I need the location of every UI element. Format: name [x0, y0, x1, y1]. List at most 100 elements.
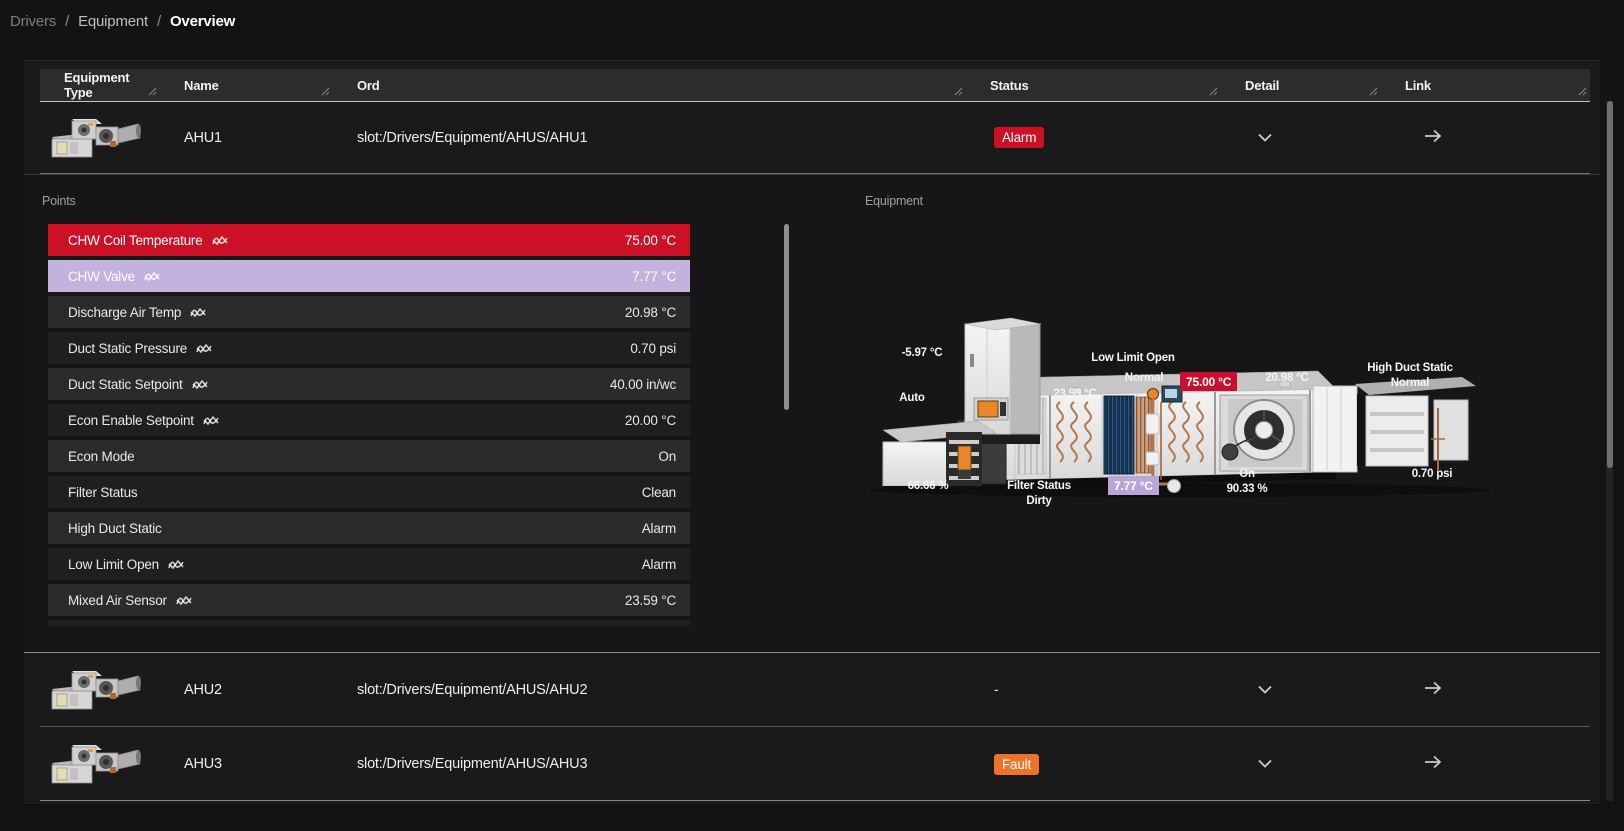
open-link-button[interactable] [1423, 680, 1443, 696]
points-scrollbar-thumb[interactable] [784, 224, 789, 410]
equipment-type-cell [40, 115, 160, 161]
equipment-type-cell [40, 667, 160, 713]
point-value: On [658, 449, 676, 464]
status-badge: Fault [994, 754, 1039, 775]
trend-chart-icon[interactable] [192, 378, 208, 390]
filter-status-title: Filter Status [979, 479, 1099, 494]
equipment-name: AHU1 [160, 130, 333, 146]
column-header-link[interactable]: Link [1381, 69, 1590, 101]
status-badge: - [994, 679, 998, 700]
point-label: Duct Static Setpoint [68, 377, 183, 392]
high-duct-static-label: High Duct Static Normal [1350, 361, 1470, 391]
column-header-ord[interactable]: Ord [333, 69, 966, 101]
column-resize-handle-icon[interactable] [1369, 84, 1378, 99]
points-row-econ-enable-setpoint[interactable]: Econ Enable Setpoint 20.00 °C [48, 404, 690, 436]
duct-pressure-label: 0.70 psi [1392, 467, 1472, 482]
column-header-status[interactable]: Status [966, 69, 1221, 101]
trend-chart-icon[interactable] [212, 234, 228, 246]
open-link-button[interactable] [1423, 128, 1443, 144]
trend-chart-icon[interactable] [203, 414, 219, 426]
points-row-low-limit-open[interactable]: Low Limit Open Alarm [48, 548, 690, 580]
point-value: 23.59 °C [625, 593, 676, 608]
page-scrollbar[interactable] [1606, 101, 1613, 801]
breadcrumb: Drivers / Equipment / Overview [10, 13, 235, 30]
table-header-row: Equipment Type Name Ord Status Detail Li… [40, 69, 1590, 102]
point-label: CHW Coil Temperature [68, 233, 203, 248]
points-scrollbar[interactable] [784, 224, 790, 614]
column-header-detail[interactable]: Detail [1221, 69, 1381, 101]
point-label: High Duct Static [68, 521, 162, 536]
trend-chart-icon[interactable] [196, 342, 212, 354]
detail-cell [1221, 682, 1381, 698]
arrow-right-icon [1423, 680, 1443, 696]
column-header-equipment-type[interactable]: Equipment Type [40, 69, 160, 101]
column-resize-handle-icon[interactable] [148, 84, 157, 99]
point-label: CHW Valve [68, 269, 135, 284]
ahu-thumbnail-icon [48, 115, 144, 161]
page-scrollbar-thumb[interactable] [1607, 101, 1613, 468]
equipment-table: Equipment Type Name Ord Status Detail Li… [24, 60, 1600, 804]
detail-cell [1221, 130, 1381, 146]
equipment-ord: slot:/Drivers/Equipment/AHUS/AHU2 [333, 682, 966, 698]
column-header-label: Ord [357, 78, 380, 93]
column-resize-handle-icon[interactable] [321, 84, 330, 99]
detail-expand-button[interactable] [1257, 685, 1273, 694]
table-row-ahu2[interactable]: AHU2 slot:/Drivers/Equipment/AHUS/AHU2 - [40, 653, 1590, 727]
points-row-high-duct-static[interactable]: High Duct Static Alarm [48, 512, 690, 544]
chw-valve-badge: 7.77 °C [1108, 476, 1159, 495]
discharge-temp-label: 20.98 °C [1247, 371, 1327, 386]
trend-chart-icon[interactable] [144, 270, 160, 282]
open-link-button[interactable] [1423, 754, 1443, 770]
detail-expand-button[interactable] [1257, 133, 1273, 142]
point-label: Econ Mode [68, 449, 135, 464]
points-row-discharge-air-temp[interactable]: Discharge Air Temp 20.98 °C [48, 296, 690, 328]
ahu-diagram: -5.97 °C Auto 66.66 % Filter Status Dirt… [810, 302, 1580, 652]
status-badge: Alarm [994, 127, 1044, 148]
detail-cell [1221, 756, 1381, 772]
point-label: Filter Status [68, 485, 137, 500]
breadcrumb-separator: / [65, 13, 69, 30]
column-resize-handle-icon[interactable] [954, 84, 963, 99]
link-cell [1381, 680, 1590, 700]
point-label: Discharge Air Temp [68, 305, 181, 320]
chevron-down-icon [1257, 133, 1273, 142]
breadcrumb-item-overview[interactable]: Overview [170, 13, 235, 30]
point-value: Alarm [642, 557, 676, 572]
chevron-down-icon [1257, 685, 1273, 694]
point-label: Econ Enable Setpoint [68, 413, 194, 428]
breadcrumb-item-drivers[interactable]: Drivers [10, 13, 56, 30]
breadcrumb-item-equipment[interactable]: Equipment [78, 13, 148, 30]
arrow-right-icon [1423, 754, 1443, 770]
equipment-name: AHU3 [160, 756, 333, 772]
low-limit-label: Low Limit Open [1073, 351, 1193, 366]
fan-speed-value: 90.33 % [1207, 482, 1287, 497]
table-row-ahu1[interactable]: AHU1 slot:/Drivers/Equipment/AHUS/AHU1 A… [40, 102, 1590, 174]
fan-status-value: On [1207, 467, 1287, 482]
points-row-mixed-air-sensor[interactable]: Mixed Air Sensor 23.59 °C [48, 584, 690, 616]
chevron-down-icon [1257, 759, 1273, 768]
trend-chart-icon[interactable] [168, 558, 184, 570]
points-row-chw-valve[interactable]: CHW Valve 7.77 °C [48, 260, 690, 292]
point-label: Mixed Air Sensor [68, 593, 167, 608]
column-header-label: Name [184, 78, 219, 93]
column-header-name[interactable]: Name [160, 69, 333, 101]
oa-temp-label: -5.97 °C [882, 346, 962, 361]
column-resize-handle-icon[interactable] [1578, 84, 1587, 99]
column-resize-handle-icon[interactable] [1209, 84, 1218, 99]
point-value: 20.00 °C [625, 413, 676, 428]
point-value: 20.98 °C [625, 305, 676, 320]
points-row-clipped[interactable]: OA Wall Sensor [48, 620, 690, 626]
points-row-duct-static-pressure[interactable]: Duct Static Pressure 0.70 psi [48, 332, 690, 364]
trend-chart-icon[interactable] [190, 306, 206, 318]
arrow-right-icon [1423, 128, 1443, 144]
points-row-duct-static-setpoint[interactable]: Duct Static Setpoint 40.00 in/wc [48, 368, 690, 400]
points-row-chw-coil-temperature[interactable]: CHW Coil Temperature 75.00 °C [48, 224, 690, 256]
column-header-label: Link [1405, 78, 1431, 93]
points-row-filter-status[interactable]: Filter Status Clean [48, 476, 690, 508]
points-row-econ-mode[interactable]: Econ Mode On [48, 440, 690, 472]
detail-expand-button[interactable] [1257, 759, 1273, 768]
trend-chart-icon[interactable] [176, 594, 192, 606]
chw-coil-temp-badge: 75.00 °C [1180, 372, 1237, 391]
table-row-ahu3[interactable]: AHU3 slot:/Drivers/Equipment/AHUS/AHU3 F… [40, 728, 1590, 801]
high-duct-value: Normal [1350, 376, 1470, 391]
